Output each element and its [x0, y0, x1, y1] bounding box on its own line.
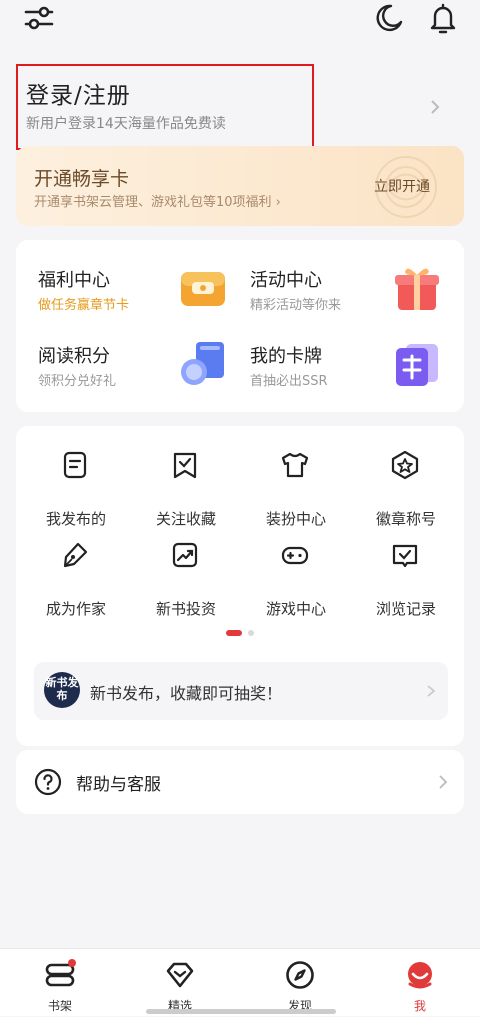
moon-icon[interactable]: [374, 3, 404, 33]
grid-item[interactable]: 徽章称号: [350, 450, 462, 528]
bookmark-check-icon: [173, 452, 197, 479]
welfare-title: 阅读积分: [38, 346, 110, 367]
welfare-title: 福利中心: [38, 270, 110, 291]
page-indicator: [226, 630, 266, 638]
chart-up-icon: [172, 542, 198, 568]
welfare-item[interactable]: 阅读积分 领积分兑好礼: [16, 316, 236, 389]
document-icon: [63, 451, 87, 479]
help-circle-icon: [34, 768, 62, 796]
grid-label: 徽章称号: [375, 510, 436, 528]
grid-label: 游戏中心: [265, 600, 326, 618]
grid-label: 装扮中心: [265, 510, 326, 528]
vip-title: 开通畅享卡: [34, 168, 130, 190]
chevron-right-icon: [439, 775, 448, 789]
tab-label: 我: [413, 999, 426, 1013]
pen-icon: [63, 542, 88, 568]
welfare-item[interactable]: 我的卡牌 首抽必出SSR: [228, 316, 448, 389]
vip-card-banner[interactable]: 开通畅享卡 开通享书架云管理、游戏礼包等10项福利 › 立即开通: [16, 146, 464, 226]
grid-label: 关注收藏: [155, 510, 216, 528]
function-grid-card: 我发布的 关注收藏 装扮中心 徽章称号 成为作家 新书投资 游戏中心 浏览记录 …: [16, 426, 464, 746]
tshirt-icon: [281, 452, 309, 478]
badge-star-icon: [391, 450, 419, 480]
login-subtitle: 新用户登录14天海量作品免费读: [26, 116, 226, 132]
chevron-right-icon[interactable]: [428, 98, 442, 116]
welfare-card: 福利中心 做任务赢章节卡 活动中心 精彩活动等你来 阅读积分 领积分兑好礼 我的…: [16, 240, 464, 412]
help-service-row[interactable]: 帮助与客服: [16, 750, 464, 814]
welfare-subtitle: 做任务赢章节卡: [38, 298, 130, 313]
new-book-logo: 新书发布: [44, 672, 80, 708]
history-book-icon: [392, 544, 418, 568]
wallet-icon: [181, 272, 225, 306]
grid-label: 浏览记录: [375, 600, 436, 618]
chevron-right-icon: [427, 685, 436, 697]
login-title: 登录/注册: [26, 83, 131, 109]
welfare-item[interactable]: 福利中心 做任务赢章节卡: [16, 240, 236, 313]
bottom-tab-bar: 书架 精选 发现 我: [0, 948, 480, 1016]
page-dot: [248, 630, 254, 636]
grid-item[interactable]: 成为作家: [20, 540, 132, 618]
compass-icon: [286, 961, 314, 989]
grid-item[interactable]: 浏览记录: [350, 540, 462, 618]
help-text: 帮助与客服: [76, 775, 161, 795]
grid-item[interactable]: 装扮中心: [240, 450, 352, 528]
new-book-notice[interactable]: 新书发布 新书发布，收藏即可抽奖！: [34, 662, 448, 720]
sliders-icon[interactable]: [24, 4, 54, 32]
tab-me[interactable]: 我: [360, 949, 480, 1017]
coin-book-icon: [181, 342, 224, 385]
vip-subtitle: 开通享书架云管理、游戏礼包等10项福利 ›: [34, 195, 281, 210]
welfare-subtitle: 精彩活动等你来: [250, 298, 342, 313]
profile-icon: [408, 962, 432, 989]
tab-bookshelf[interactable]: 书架: [0, 949, 120, 1017]
welfare-title: 我的卡牌: [250, 346, 322, 367]
top-bar: [0, 0, 480, 60]
gamepad-icon: [281, 546, 309, 565]
grid-item[interactable]: 游戏中心: [240, 540, 352, 618]
grid-label: 我发布的: [45, 510, 106, 528]
bell-icon[interactable]: [429, 2, 457, 34]
page-dot-active: [226, 630, 242, 636]
grid-label: 新书投资: [155, 600, 216, 618]
grid-item[interactable]: 我发布的: [20, 450, 132, 528]
grid-label: 成为作家: [45, 600, 106, 618]
bookshelf-icon: [45, 959, 76, 987]
tab-discover[interactable]: 发现: [240, 949, 360, 1017]
diamond-icon: [166, 962, 194, 988]
welfare-title: 活动中心: [250, 270, 322, 291]
login-register-entry[interactable]: 登录/注册 新用户登录14天海量作品免费读: [16, 64, 314, 150]
home-indicator: [146, 1009, 336, 1014]
welfare-subtitle: 领积分兑好礼: [38, 374, 117, 389]
grid-item[interactable]: 新书投资: [130, 540, 242, 618]
card-icon: [396, 344, 438, 386]
welfare-subtitle: 首抽必出SSR: [250, 374, 328, 389]
tab-featured[interactable]: 精选: [120, 949, 240, 1017]
grid-item[interactable]: 关注收藏: [130, 450, 242, 528]
tab-label: 书架: [47, 999, 72, 1013]
welfare-item[interactable]: 活动中心 精彩活动等你来: [228, 240, 448, 313]
notice-text: 新书发布，收藏即可抽奖！: [90, 684, 283, 703]
vip-open-button[interactable]: 立即开通: [374, 176, 430, 196]
gift-icon: [395, 268, 439, 310]
